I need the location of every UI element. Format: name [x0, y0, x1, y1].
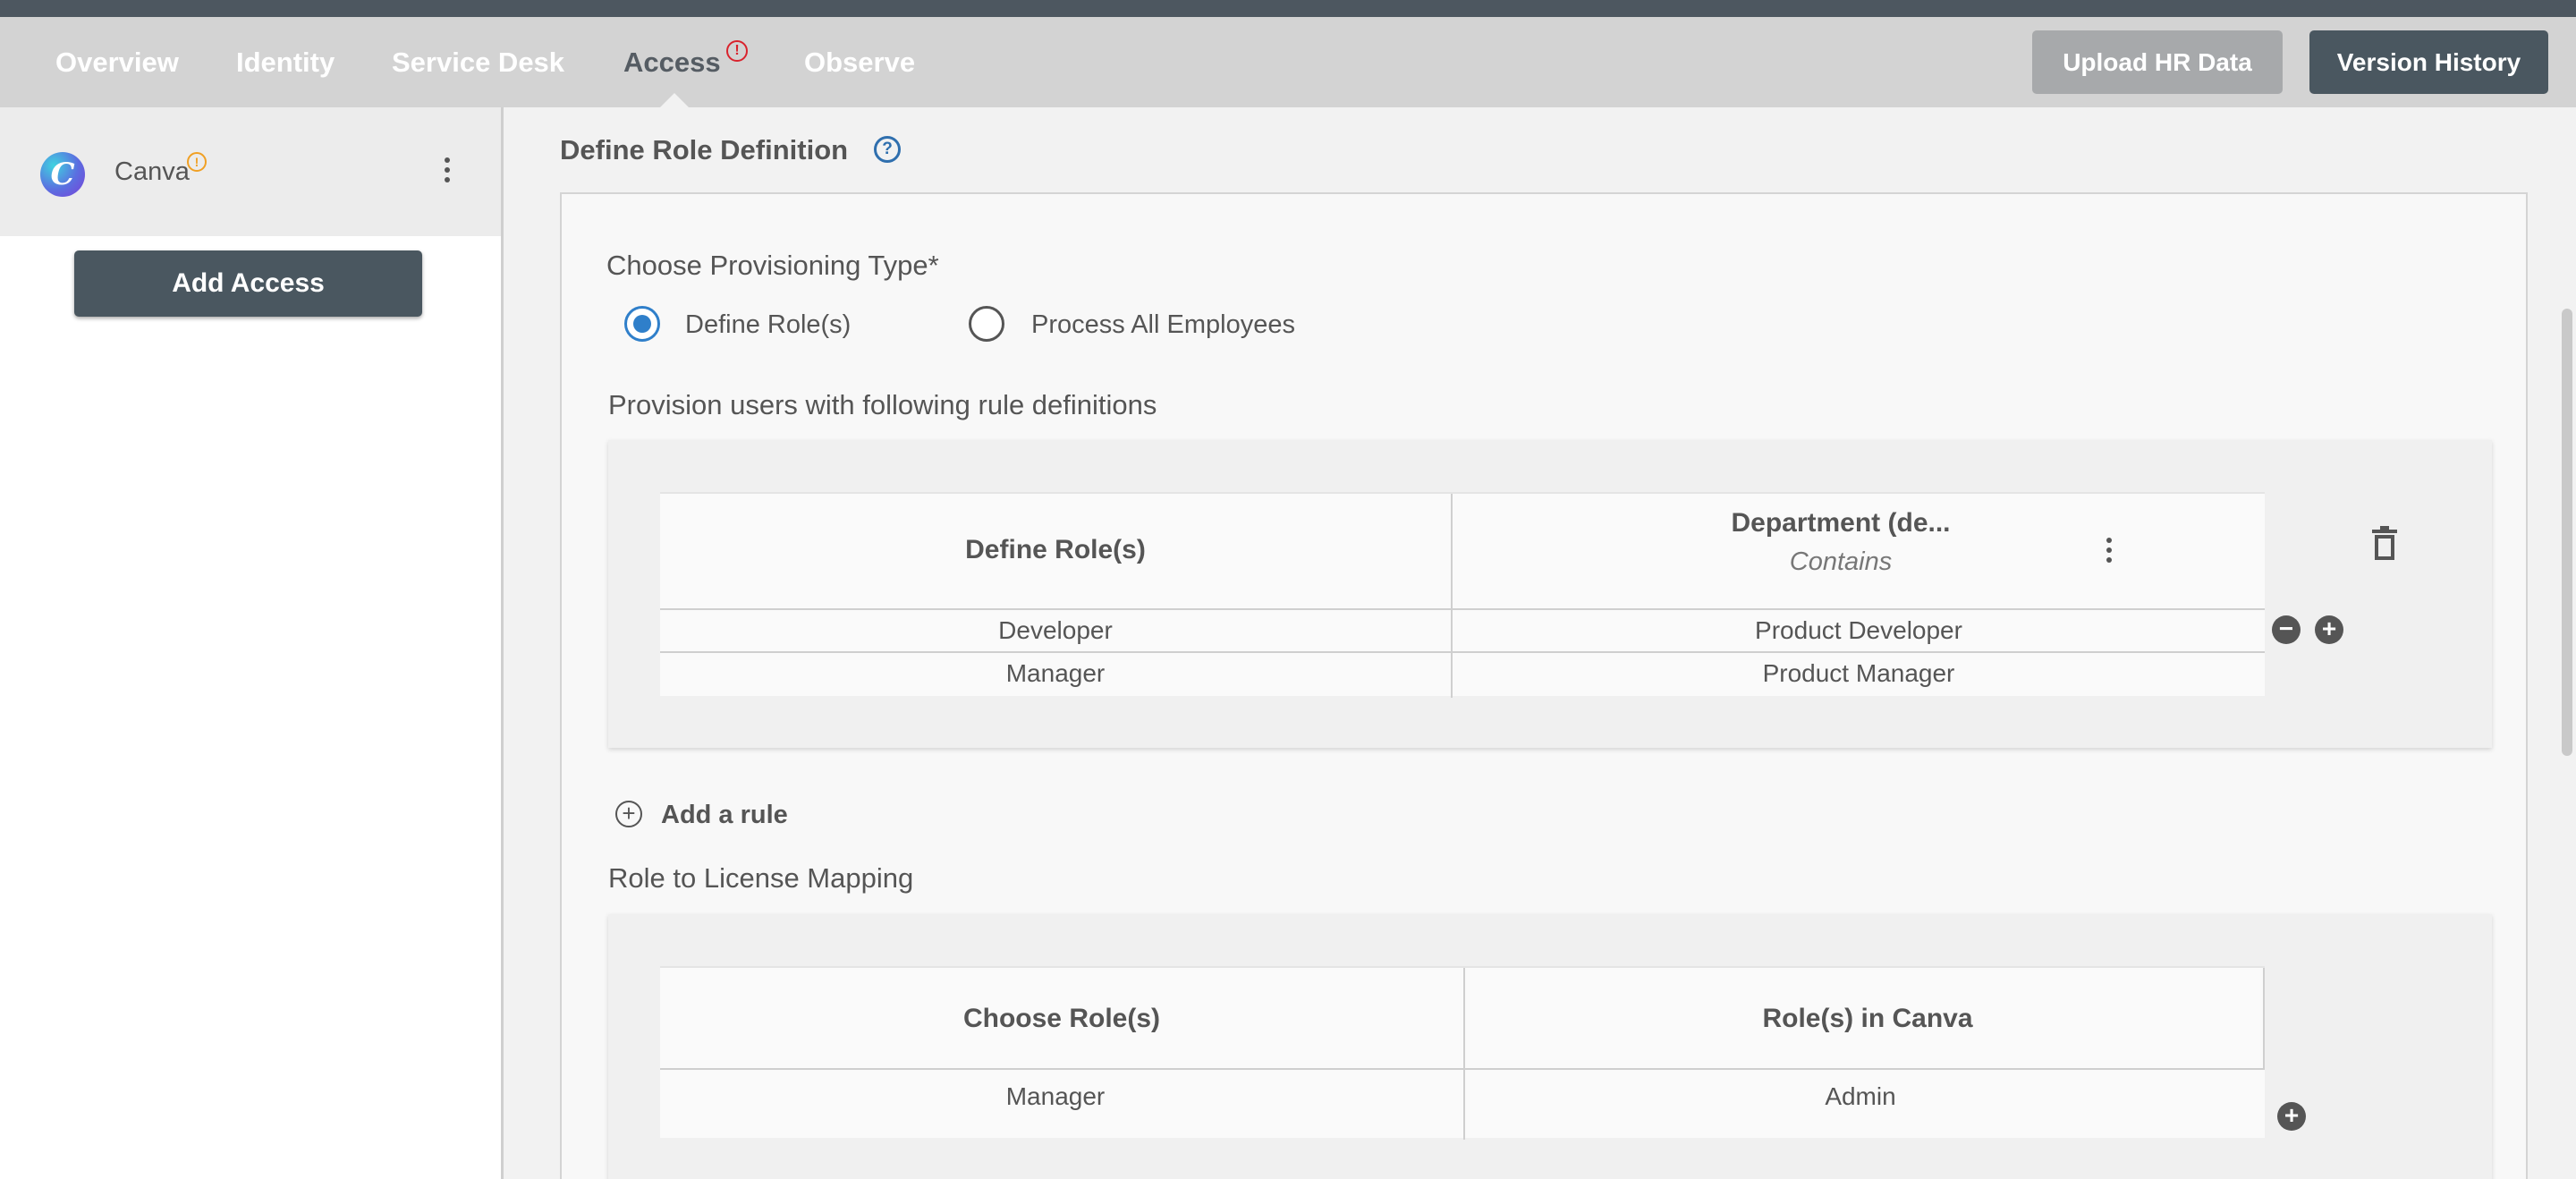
table-cell: Admin — [1825, 1082, 1896, 1110]
rules-table-container: Define Role(s) Department (de... Contain… — [608, 440, 2492, 748]
access-alert-icon: ! — [726, 40, 748, 62]
canva-logo-icon: C — [40, 152, 85, 197]
minus-circle-icon[interactable]: − — [2272, 615, 2301, 644]
tab-identity[interactable]: Identity — [236, 17, 335, 107]
rules-label: Provision users with following rule defi… — [608, 389, 1157, 420]
column-divider — [2263, 968, 2265, 1070]
table-row[interactable]: Developer Product Developer — [660, 608, 2265, 653]
sidebar-item-canva[interactable]: C Canva ! — [0, 107, 501, 236]
table-cell: Developer — [998, 616, 1113, 644]
table-cell: Manager — [1005, 659, 1106, 687]
mapping-label: Role to License Mapping — [608, 862, 914, 894]
top-nav: Overview Identity Service Desk Access ! … — [0, 17, 2576, 107]
role-definition-panel: Choose Provisioning Type* Define Role(s)… — [560, 192, 2528, 1179]
vertical-scrollbar[interactable] — [2562, 309, 2572, 756]
main-content: Define Role Definition ? Choose Provisio… — [506, 107, 2576, 1179]
provisioning-type-label: Choose Provisioning Type* — [606, 250, 939, 281]
app-name: Canva — [114, 157, 190, 186]
column-header: Choose Role(s) — [962, 1004, 1161, 1033]
radio-define-roles-label[interactable]: Define Role(s) — [685, 310, 851, 340]
table-cell: Product Developer — [1755, 616, 1962, 644]
trash-icon[interactable] — [2370, 526, 2399, 562]
rules-table-header: Define Role(s) Department (de... Contain… — [660, 492, 2265, 610]
add-rule-link[interactable]: Add a rule — [661, 801, 788, 830]
plus-circle-icon[interactable]: + — [2277, 1102, 2306, 1131]
kebab-icon[interactable] — [2104, 538, 2114, 566]
upload-hr-data-button[interactable]: Upload HR Data — [2032, 30, 2283, 94]
add-access-button[interactable]: Add Access — [74, 250, 422, 317]
table-row[interactable]: Manager Admin — [660, 1068, 2265, 1140]
window-top-strip — [0, 0, 2576, 17]
version-history-button[interactable]: Version History — [2309, 30, 2548, 94]
kebab-icon[interactable] — [441, 157, 453, 190]
question-circle-icon[interactable]: ? — [874, 136, 901, 163]
page-title: Define Role Definition — [560, 134, 849, 165]
tab-overview[interactable]: Overview — [55, 17, 179, 107]
table-row[interactable]: Manager Product Manager — [660, 651, 2265, 698]
column-header: Define Role(s) — [965, 535, 1146, 564]
plus-circle-outline-icon[interactable]: + — [615, 801, 642, 827]
sidebar: C Canva ! Add Access — [0, 107, 504, 1179]
table-cell: Manager — [1005, 1082, 1106, 1110]
warning-icon: ! — [187, 152, 207, 172]
radio-process-all-employees[interactable] — [969, 306, 1004, 342]
mapping-table-container: Choose Role(s) Role(s) in Canva Manager … — [608, 914, 2492, 1179]
tab-service-desk[interactable]: Service Desk — [392, 17, 564, 107]
tab-observe[interactable]: Observe — [804, 17, 915, 107]
active-tab-caret — [660, 93, 689, 107]
radio-process-all-employees-label[interactable]: Process All Employees — [1031, 310, 1295, 340]
column-header: Department (de... — [1731, 508, 1951, 538]
plus-circle-icon[interactable]: + — [2315, 615, 2343, 644]
column-header: Role(s) in Canva — [1762, 1004, 1973, 1033]
table-cell: Product Manager — [1762, 659, 1955, 687]
mapping-table-header: Choose Role(s) Role(s) in Canva — [660, 966, 2265, 1070]
radio-define-roles[interactable] — [624, 306, 660, 342]
